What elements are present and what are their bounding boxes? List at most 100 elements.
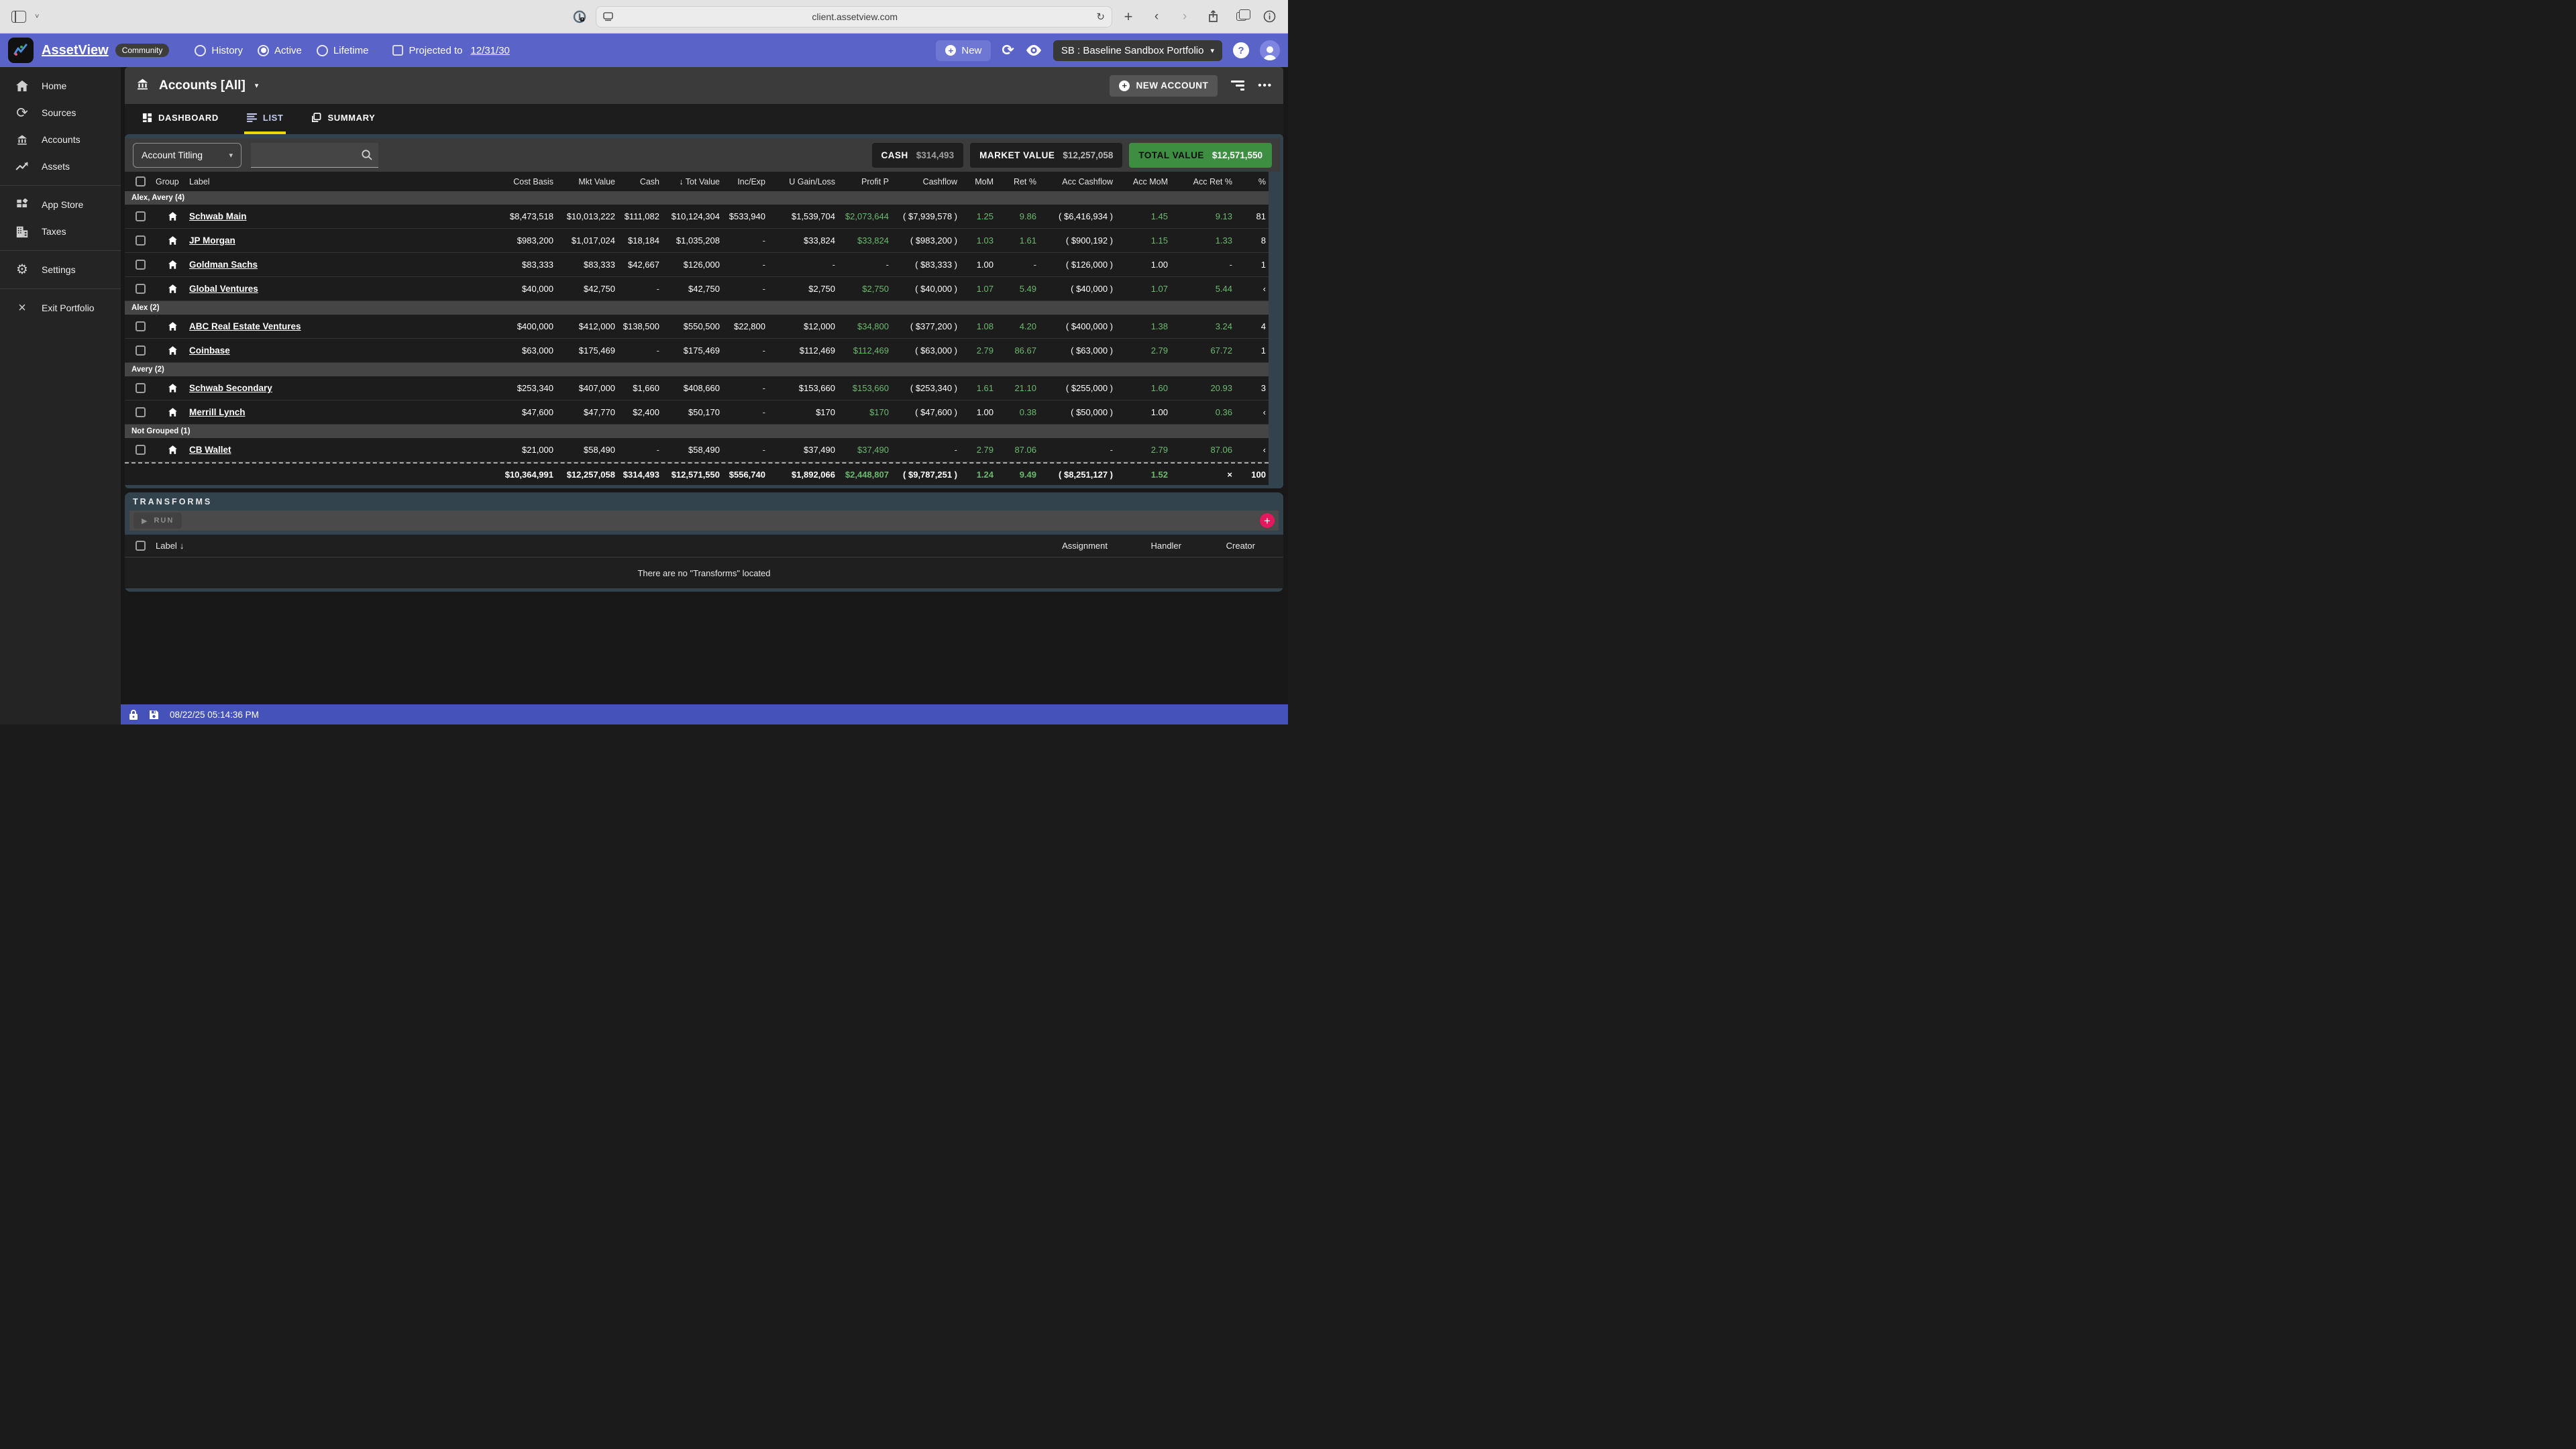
sidebar-item-taxes[interactable]: Taxes (0, 218, 121, 245)
account-row[interactable]: Coinbase$63,000$175,469-$175,469-$112,46… (125, 339, 1269, 363)
account-row[interactable]: Schwab Secondary$253,340$407,000$1,660$4… (125, 376, 1269, 400)
projected-date[interactable]: 12/31/30 (470, 45, 509, 56)
cell-ret: 87.06 (996, 445, 1039, 455)
run-button[interactable]: ▶ RUN (133, 513, 182, 529)
column-header-ret-[interactable]: Ret % (996, 177, 1039, 186)
account-name-link[interactable]: CB Wallet (189, 445, 481, 455)
sidebar-item-assets[interactable]: Assets (0, 153, 121, 180)
cell-ret: 5.49 (996, 284, 1039, 294)
group-header-row[interactable]: Not Grouped (1) (125, 425, 1269, 438)
transforms-column-handler[interactable]: Handler (1108, 541, 1181, 551)
column-header-acc-ret-[interactable]: Acc Ret % (1171, 177, 1235, 186)
chevron-down-icon[interactable]: ˅ (35, 13, 39, 21)
new-account-button[interactable]: + NEW ACCOUNT (1110, 75, 1218, 97)
row-checkbox[interactable] (136, 284, 146, 294)
save-icon[interactable] (149, 710, 159, 720)
transforms-column-creator[interactable]: Creator (1181, 541, 1255, 551)
new-button[interactable]: + New (936, 40, 991, 61)
row-checkbox[interactable] (136, 345, 146, 356)
mode-radio-history[interactable]: History (195, 45, 243, 56)
account-row[interactable]: ABC Real Estate Ventures$400,000$412,000… (125, 315, 1269, 339)
info-icon[interactable] (1260, 8, 1279, 25)
page-title-caret-icon[interactable]: ▾ (255, 81, 259, 90)
account-row[interactable]: Global Ventures$40,000$42,750-$42,750-$2… (125, 277, 1269, 301)
new-tab-icon[interactable]: + (1119, 8, 1138, 25)
column-header-profit-p[interactable]: Profit P (838, 177, 892, 186)
transforms-label-column[interactable]: Label (156, 541, 177, 551)
account-name-link[interactable]: JP Morgan (189, 235, 481, 246)
account-name-link[interactable]: Global Ventures (189, 284, 481, 294)
select-all-checkbox[interactable] (136, 541, 146, 551)
filter-dropdown[interactable]: Account Titling ▾ (133, 143, 241, 168)
column-header-cashflow[interactable]: Cashflow (892, 177, 960, 186)
column-header-cost-basis[interactable]: Cost Basis (481, 177, 556, 186)
sidebar-item-sources[interactable]: ⟳ Sources (0, 99, 121, 126)
account-row[interactable]: Merrill Lynch$47,600$47,770$2,400$50,170… (125, 400, 1269, 425)
filter-icon[interactable] (1231, 80, 1244, 91)
privacy-shield-icon[interactable] (570, 8, 589, 25)
column-header-group[interactable]: Group (156, 177, 189, 186)
account-name-link[interactable]: Schwab Main (189, 211, 481, 221)
account-row[interactable]: Schwab Main$8,473,518$10,013,222$111,082… (125, 205, 1269, 229)
column-header-acc-mom[interactable]: Acc MoM (1116, 177, 1171, 186)
row-checkbox[interactable] (136, 383, 146, 393)
refresh-icon[interactable]: ⟳ (1002, 42, 1014, 59)
share-icon[interactable] (1203, 8, 1222, 25)
row-checkbox[interactable] (136, 445, 146, 455)
group-header-row[interactable]: Avery (2) (125, 363, 1269, 376)
tab-list[interactable]: LIST (244, 104, 286, 134)
column-header-inc-exp[interactable]: Inc/Exp (722, 177, 768, 186)
sidebar-item-settings[interactable]: ⚙ Settings (0, 256, 121, 283)
account-name-link[interactable]: ABC Real Estate Ventures (189, 321, 481, 331)
sidebar-item-accounts[interactable]: Accounts (0, 126, 121, 153)
more-options-icon[interactable]: ••• (1258, 80, 1273, 91)
portfolio-selector[interactable]: SB : Baseline Sandbox Portfolio ▾ (1053, 40, 1222, 61)
avatar[interactable] (1260, 40, 1280, 60)
row-checkbox[interactable] (136, 260, 146, 270)
row-checkbox[interactable] (136, 407, 146, 417)
tab-overview-icon[interactable] (1232, 8, 1250, 25)
select-all-checkbox[interactable] (136, 176, 146, 186)
account-name-link[interactable]: Coinbase (189, 345, 481, 356)
row-checkbox[interactable] (136, 321, 146, 331)
column-header-mom[interactable]: MoM (960, 177, 996, 186)
add-transform-button[interactable]: + (1260, 513, 1275, 528)
row-checkbox[interactable] (136, 235, 146, 246)
column-header-label[interactable]: Label (189, 177, 481, 186)
account-row[interactable]: CB Wallet$21,000$58,490-$58,490-$37,490$… (125, 438, 1269, 462)
column-header-u-gain-loss[interactable]: U Gain/Loss (768, 177, 838, 186)
group-header-row[interactable]: Alex (2) (125, 301, 1269, 315)
mode-radio-active[interactable]: Active (258, 45, 302, 56)
transforms-column-assignment[interactable]: Assignment (1014, 541, 1108, 551)
url-text[interactable]: client.assetview.com (619, 11, 1091, 22)
column-header-mkt-value[interactable]: Mkt Value (556, 177, 618, 186)
mode-radio-lifetime[interactable]: Lifetime (317, 45, 369, 56)
sidebar-item-home[interactable]: Home (0, 72, 121, 99)
brand-name[interactable]: AssetView (42, 43, 109, 58)
column-header--[interactable]: % (1235, 177, 1269, 186)
account-row[interactable]: Goldman Sachs$83,333$83,333$42,667$126,0… (125, 253, 1269, 277)
eye-icon[interactable] (1025, 44, 1042, 57)
help-icon[interactable]: ? (1233, 42, 1249, 58)
page-title[interactable]: Accounts [All] (159, 78, 246, 93)
group-header-row[interactable]: Alex, Avery (4) (125, 191, 1269, 205)
reload-icon[interactable]: ↻ (1096, 11, 1105, 23)
account-name-link[interactable]: Merrill Lynch (189, 407, 481, 417)
tab-dashboard[interactable]: DASHBOARD (140, 104, 221, 134)
column-header-tot-value[interactable]: ↓ Tot Value (662, 177, 722, 186)
account-name-link[interactable]: Goldman Sachs (189, 260, 481, 270)
sidebar-item-exit-portfolio[interactable]: × Exit Portfolio (0, 294, 121, 321)
account-name-link[interactable]: Schwab Secondary (189, 383, 481, 393)
address-bar[interactable]: client.assetview.com ↻ (596, 6, 1112, 28)
sidebar-item-app-store[interactable]: App Store (0, 191, 121, 218)
column-header-cash[interactable]: Cash (618, 177, 662, 186)
projected-toggle[interactable]: Projected to 12/31/30 (392, 45, 509, 56)
search-input[interactable] (251, 143, 378, 168)
sidebar-toggle-icon[interactable] (9, 8, 28, 25)
tab-summary[interactable]: SUMMARY (309, 104, 378, 134)
column-header-acc-cashflow[interactable]: Acc Cashflow (1039, 177, 1116, 186)
row-checkbox[interactable] (136, 211, 146, 221)
projected-checkbox[interactable] (392, 45, 403, 56)
account-row[interactable]: JP Morgan$983,200$1,017,024$18,184$1,035… (125, 229, 1269, 253)
back-icon[interactable]: ‹ (1147, 8, 1166, 25)
